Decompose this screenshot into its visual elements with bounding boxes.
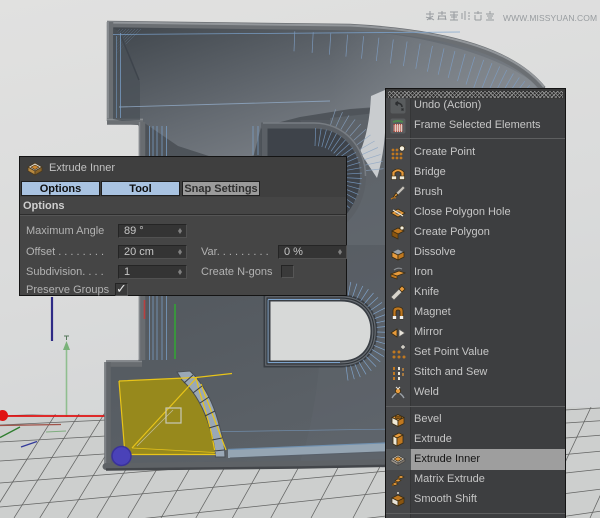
svg-text:WWW.MISSYUAN.COM: WWW.MISSYUAN.COM: [503, 13, 597, 23]
